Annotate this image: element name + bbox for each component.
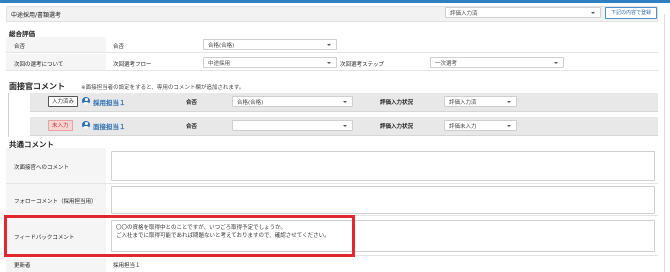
interviewer-status-select[interactable]: 評価未入力 (444, 120, 517, 131)
interviewer-result-label: 合否 (186, 100, 198, 106)
followup-comment-label: フォローコメント（採用担当用） (14, 199, 97, 205)
interviewer-result-label: 合否 (186, 124, 198, 130)
next-interviewer-comment-textarea[interactable] (111, 151, 655, 181)
evaluation-status-select[interactable]: 評価入力済 (445, 7, 601, 18)
feedback-highlight-box (4, 215, 355, 257)
user-icon (82, 97, 90, 105)
evaluation-status-value: 評価入力済 (450, 11, 478, 17)
followup-comment-row: フォローコメント（採用担当用） (6, 184, 658, 216)
next-step-value: 一次選考 (435, 61, 458, 67)
interviewer-rows-bracket (8, 93, 30, 137)
chevron-down-icon (327, 44, 331, 46)
status-badge-done: 入力済み (48, 96, 79, 107)
chevron-down-icon (343, 125, 347, 127)
user-icon (82, 121, 90, 129)
chevron-down-icon (591, 12, 595, 14)
result-value-label: 合否 (113, 44, 125, 50)
result-label: 合否 (14, 44, 26, 50)
next-flow-label: 次回選考フロー (113, 62, 152, 68)
top-accent-bar (0, 0, 670, 3)
status-badge-pending: 未入力 (48, 120, 73, 131)
interviewer-name[interactable]: 採用担当１ (93, 97, 126, 107)
overall-result-select[interactable]: 合格(合格) (203, 39, 337, 50)
interviewer-result-value: 合格(合格) (237, 100, 264, 106)
next-selection-label: 次回の選考について (14, 62, 64, 68)
interviewer-note: ※面接担当者の設定をすると、専用のコメント欄が追加されます。 (81, 85, 245, 91)
followup-comment-textarea[interactable] (111, 186, 655, 214)
chevron-down-icon (507, 101, 511, 103)
interviewer-status-label: 評価入力状況 (380, 100, 414, 106)
interviewer-status-label: 評価入力状況 (380, 124, 414, 130)
next-interviewer-comment-row: 次面接官へのコメント (6, 148, 658, 184)
next-step-select[interactable]: 一次選考 (430, 57, 564, 68)
register-button[interactable]: 下記の内容で登録 (605, 7, 657, 19)
next-flow-value: 中途採用 (208, 61, 231, 67)
updater-label: 更新者 (14, 263, 31, 269)
scrollbar-edge (664, 14, 665, 272)
interviewer-name[interactable]: 面接担当１ (93, 121, 126, 131)
updater-row: 更新者 採用担当１ (6, 258, 658, 272)
stage-title: 中途採用/書類選考 (11, 12, 62, 19)
interviewer-comments-title: 面接官コメント (9, 82, 65, 91)
chevron-down-icon (343, 101, 347, 103)
interviewer-status-value: 評価入力済 (449, 100, 477, 106)
interviewer-result-select[interactable] (232, 120, 353, 131)
overall-result-value: 合格(合格) (208, 43, 235, 49)
interviewer-status-select[interactable]: 評価入力済 (444, 96, 517, 107)
next-interviewer-comment-label: 次面接官へのコメント (14, 165, 70, 171)
chevron-down-icon (327, 62, 331, 64)
chevron-down-icon (554, 62, 558, 64)
interviewer-result-select[interactable]: 合格(合格) (232, 96, 353, 107)
updater-value: 採用担当１ (113, 263, 141, 269)
chevron-down-icon (507, 125, 511, 127)
interviewer-status-value: 評価未入力 (449, 124, 477, 130)
next-step-label: 次回選考ステップ (340, 62, 385, 68)
next-flow-select[interactable]: 中途採用 (203, 57, 337, 68)
